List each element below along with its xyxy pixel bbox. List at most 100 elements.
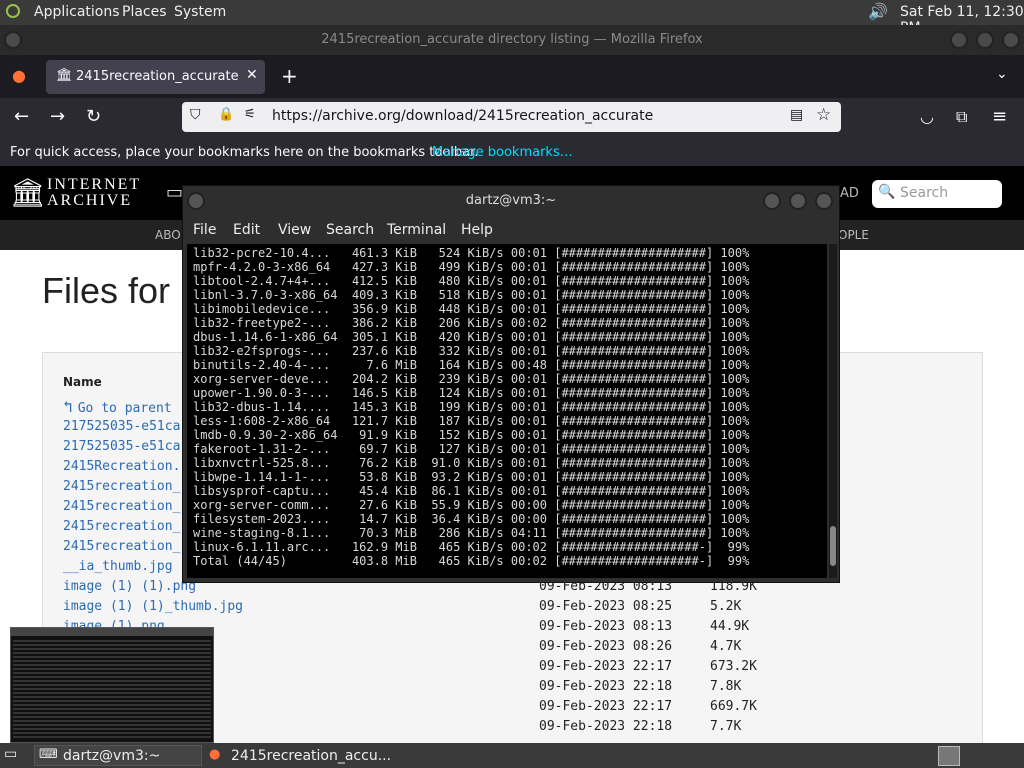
terminal-scrollbar[interactable]: [829, 244, 837, 578]
terminal-menubar: File Edit View Search Terminal Help: [183, 216, 839, 244]
reload-icon[interactable]: ↻: [86, 106, 101, 127]
reader-view-icon[interactable]: ▤: [790, 107, 803, 123]
pocket-icon[interactable]: ◡: [920, 107, 934, 126]
ia-logo-icon[interactable]: 🏛: [10, 178, 46, 208]
terminal-line: xorg-server-deve... 204.2 KiB 239 KiB/s …: [193, 372, 750, 386]
file-name-link[interactable]: 2415recreation_: [63, 519, 180, 534]
people-link[interactable]: OPLE: [838, 228, 869, 242]
terminal-output[interactable]: lib32-pcre2-10.4... 461.3 KiB 524 KiB/s …: [187, 244, 827, 578]
file-date: 09-Feb-2023 22:18: [539, 679, 673, 694]
terminal-window: dartz@vm3:~ File Edit View Search Termin…: [182, 185, 840, 583]
terminal-maximize-button[interactable]: [789, 192, 807, 210]
lock-icon[interactable]: 🔒: [218, 107, 234, 122]
terminal-menu-search[interactable]: Search: [326, 222, 374, 238]
terminal-line: xorg-server-comm... 27.6 KiB 55.9 KiB/s …: [193, 498, 750, 512]
system-menu[interactable]: System: [174, 4, 226, 20]
file-name-link[interactable]: image (1) (1)_thumb.jpg: [63, 599, 243, 614]
task-terminal[interactable]: ⌨ dartz@vm3:~: [34, 745, 202, 766]
parent-link[interactable]: Go to parent: [78, 401, 172, 416]
top-panel: Applications Places System 🔊 Sat Feb 11,…: [0, 0, 1024, 36]
file-name-link[interactable]: 2415recreation_: [63, 479, 180, 494]
tab-active[interactable]: 🏛 2415recreation_accurate di ✕: [46, 60, 265, 94]
file-name-link[interactable]: image (1) (1).png: [63, 579, 196, 594]
file-name-link[interactable]: 217525035-e51ca: [63, 439, 180, 454]
file-name-link[interactable]: 2415recreation_: [63, 539, 180, 554]
forward-icon[interactable]: →: [50, 106, 65, 127]
bookmarks-toolbar: For quick access, place your bookmarks h…: [0, 138, 1024, 166]
file-date: 09-Feb-2023 08:26: [539, 639, 673, 654]
file-size: 44.9K: [710, 619, 750, 634]
app-menu-icon[interactable]: ≡: [992, 106, 1007, 127]
file-name-link[interactable]: 2415recreation_: [63, 499, 180, 514]
terminal-minimize-button[interactable]: [763, 192, 781, 210]
url-text[interactable]: https://archive.org/download/2415recreat…: [272, 108, 653, 124]
minimize-button[interactable]: [950, 31, 968, 49]
file-name-link[interactable]: 2415Recreation.: [63, 459, 180, 474]
distro-logo-icon[interactable]: [6, 4, 20, 18]
workspace-switcher[interactable]: [938, 746, 960, 766]
about-link[interactable]: ABO: [155, 228, 181, 242]
terminal-close-button[interactable]: [815, 192, 833, 210]
terminal-line: lib32-pcre2-10.4... 461.3 KiB 524 KiB/s …: [193, 246, 750, 260]
close-tab-icon[interactable]: ✕: [246, 67, 258, 83]
file-size: 5.2K: [710, 599, 742, 614]
permissions-icon[interactable]: ⚟: [244, 107, 256, 122]
file-date: 09-Feb-2023 08:25: [539, 599, 673, 614]
file-name-link[interactable]: __ia_thumb.jpg: [63, 559, 173, 574]
terminal-menu-help[interactable]: Help: [461, 222, 493, 238]
terminal-line: libnl-3.7.0-3-x86_64 409.3 KiB 518 KiB/s…: [193, 288, 750, 302]
show-desktop-icon[interactable]: ▭: [4, 746, 17, 762]
nav-bar: ← → ↻ ⛉ 🔒 ⚟ https://archive.org/download…: [0, 98, 1024, 138]
terminal-window-menu[interactable]: [187, 192, 205, 210]
terminal-menu-edit[interactable]: Edit: [233, 222, 260, 238]
tab-bar: ● 🏛 2415recreation_accurate di ✕ + ⌄: [0, 55, 1024, 98]
back-icon[interactable]: ←: [14, 106, 29, 127]
bottom-panel: ▭ ⌨ dartz@vm3:~ ● 2415recreation_accu...: [0, 743, 1024, 768]
terminal-task-icon: ⌨: [39, 747, 58, 762]
applications-menu[interactable]: Applications: [34, 4, 120, 20]
places-menu[interactable]: Places: [122, 4, 167, 20]
search-icon: 🔍: [878, 184, 896, 200]
ia-logo-line2[interactable]: ARCHIVE: [47, 192, 132, 210]
list-tabs-icon[interactable]: ⌄: [996, 66, 1008, 82]
terminal-line: wine-staging-8.1... 70.3 MiB 286 KiB/s 0…: [193, 526, 750, 540]
firefox-icon[interactable]: ●: [12, 66, 26, 85]
terminal-line: Total (44/45) 403.8 MiB 465 KiB/s 00:02 …: [193, 554, 750, 568]
shield-icon[interactable]: ⛉: [190, 107, 201, 123]
window-menu-button[interactable]: [4, 31, 22, 49]
file-size: 7.8K: [710, 679, 742, 694]
file-size: 4.7K: [710, 639, 742, 654]
window-title: 2415recreation_accurate directory listin…: [321, 32, 703, 47]
web-icon[interactable]: ▭: [166, 182, 183, 203]
close-button[interactable]: [1002, 31, 1020, 49]
terminal-line: binutils-2.40-4-... 7.6 MiB 164 KiB/s 00…: [193, 358, 750, 372]
parent-arrow-icon: ↰: [63, 397, 73, 416]
file-name-link[interactable]: 217525035-e51ca: [63, 419, 180, 434]
name-column-header[interactable]: Name: [63, 375, 102, 389]
terminal-scroll-thumb[interactable]: [830, 526, 836, 566]
terminal-line: upower-1.90.0-3-... 146.5 KiB 124 KiB/s …: [193, 386, 750, 400]
terminal-line: less-1:608-2-x86_64 121.7 KiB 187 KiB/s …: [193, 414, 750, 428]
manage-bookmarks-link[interactable]: Manage bookmarks…: [432, 145, 573, 160]
file-date: 09-Feb-2023 08:13: [539, 619, 673, 634]
window-preview-thumbnail[interactable]: [10, 627, 214, 743]
terminal-menu-terminal[interactable]: Terminal: [387, 222, 446, 238]
upload-label[interactable]: AD: [840, 186, 859, 201]
maximize-button[interactable]: [976, 31, 994, 49]
terminal-line: libxnvctrl-525.8... 76.2 KiB 91.0 KiB/s …: [193, 456, 750, 470]
new-tab-button[interactable]: +: [281, 64, 298, 88]
bookmark-star-icon[interactable]: ☆: [816, 105, 831, 125]
preview-content: [13, 638, 211, 740]
terminal-line: libimobiledevice... 356.9 KiB 448 KiB/s …: [193, 302, 750, 316]
terminal-menu-file[interactable]: File: [193, 222, 216, 238]
task-firefox[interactable]: ● 2415recreation_accu...: [204, 745, 404, 766]
file-date: 09-Feb-2023 22:17: [539, 699, 673, 714]
parent-row[interactable]: ↰ Go to parent: [63, 397, 172, 416]
file-date: 09-Feb-2023 22:18: [539, 719, 673, 734]
terminal-menu-view[interactable]: View: [278, 222, 311, 238]
volume-icon[interactable]: 🔊: [868, 2, 888, 21]
url-bar[interactable]: ⛉ 🔒 ⚟ https://archive.org/download/2415r…: [182, 102, 841, 132]
extensions-icon[interactable]: ⧉: [956, 107, 967, 127]
file-date: 09-Feb-2023 22:17: [539, 659, 673, 674]
ia-search-input[interactable]: 🔍 Search: [872, 180, 1002, 208]
